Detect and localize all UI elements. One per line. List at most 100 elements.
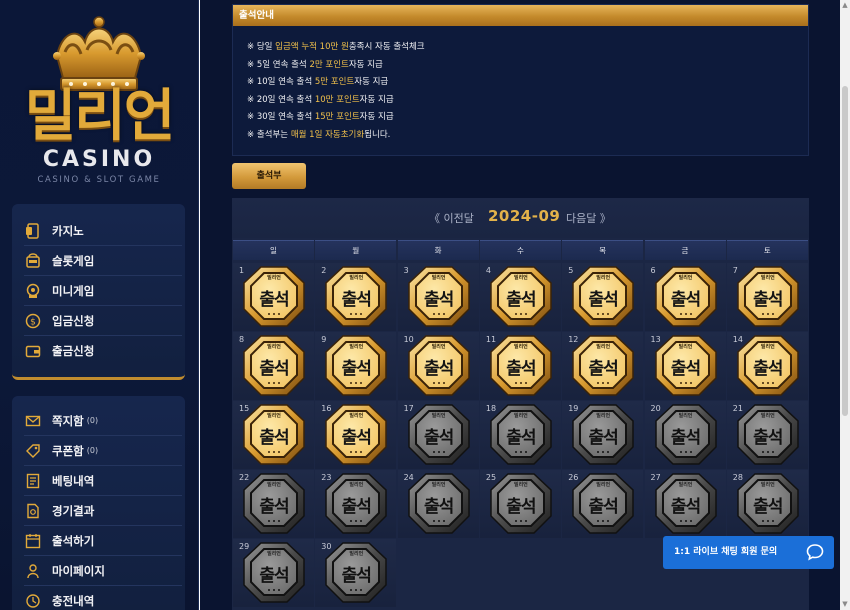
vertical-scrollbar[interactable]: ▲ ▼ (840, 0, 850, 610)
stamp-logo-text: 밀리언 (513, 344, 528, 350)
sidebar-item-mypage[interactable]: 마이페이지 (24, 556, 182, 586)
calendar-day-cell: 밀리언 출석 24 (397, 470, 479, 538)
sidebar-item-attendance[interactable]: 출석하기 (24, 526, 182, 556)
notice-line-text: 됩니다. (364, 129, 391, 140)
calendar-day-cell: 밀리언 출석 26 (562, 470, 644, 538)
calendar-day-cell: 밀리언 출석 29 (233, 539, 314, 607)
sidebar-item-label: 슬롯게임 (52, 253, 95, 268)
calendar-navigation: 《 이전달 2024-09 다음달 》 (232, 198, 809, 238)
notice-line-text: ※ 10일 연속 출석 (247, 77, 315, 87)
day-number: 1 (239, 266, 245, 275)
stamp-logo-text: 밀리언 (349, 482, 364, 488)
attendance-stamp-unchecked-icon: 밀리언 출석 (323, 470, 389, 538)
weekday-label: 금 (644, 240, 726, 260)
day-number: 22 (239, 473, 250, 482)
day-number: 18 (485, 404, 497, 413)
attendance-stamp-unchecked-icon: 밀리언 출석 (570, 401, 636, 469)
attendance-stamp-checked-icon: 밀리언 출석 (570, 263, 636, 331)
sidebar-item-label: 카지노 (52, 223, 84, 238)
sidebar-item-label: 미니게임 (52, 283, 95, 298)
scroll-up-arrow-icon[interactable]: ▲ (841, 1, 849, 9)
message-count-badge: (0) (86, 416, 99, 425)
notice-line: ※ 출석부는 매월 1일 자동초기화됩니다. (247, 129, 390, 141)
sidebar-item-slot[interactable]: 슬롯게임 (24, 246, 182, 276)
sidebar-item-charge-history[interactable]: 충전내역 (24, 586, 182, 610)
sidebar-item-withdraw[interactable]: 출금신청 (24, 336, 182, 366)
notice-line-highlight: 2만 포인트 (309, 59, 349, 70)
stamp-label: 출석 (423, 428, 454, 448)
sidebar-item-label: 입금신청 (52, 313, 95, 328)
calendar-day-cell: 밀리언 출석 8 (233, 332, 314, 400)
stamp-label: 출석 (506, 497, 536, 517)
calendar-day-cell: 밀리언 출석 20 (644, 401, 726, 469)
attendance-calendar-icon (24, 532, 42, 550)
notice-line-text: 자동 지급 (359, 112, 394, 122)
day-number: 4 (485, 266, 491, 275)
day-number: 8 (239, 335, 245, 344)
stamp-label: 출석 (588, 359, 619, 379)
stamp-logo-text: 밀리언 (513, 482, 528, 488)
brand-logo[interactable]: 밀리언 CASINO CASINO & SLOT GAME (14, 16, 184, 186)
sidebar-item-deposit[interactable]: $ 입금신청 (24, 306, 182, 336)
stamp-label: 출석 (259, 290, 289, 310)
attendance-stamp-checked-icon: 밀리언 출석 (241, 332, 307, 400)
calendar-day-cell: 밀리언 출석 27 (644, 470, 726, 538)
day-number: 14 (732, 335, 743, 344)
attendance-book-tab[interactable]: 출석부 (232, 163, 306, 189)
brand-tagline: CASINO & SLOT GAME (37, 175, 161, 185)
stamp-label: 출석 (588, 497, 619, 517)
attendance-notice-panel: 출석안내 ※ 당일 입금액 누적 10만 원충족시 자동 출석체크 ※ 5일 연속… (232, 4, 809, 156)
stamp-label: 출석 (506, 428, 536, 448)
calendar-day-cell: 밀리언 출석 12 (562, 332, 644, 400)
scroll-down-arrow-icon[interactable]: ▼ (841, 600, 849, 608)
coupon-tag-icon (24, 442, 42, 460)
attendance-stamp-checked-icon: 밀리언 출석 (488, 332, 554, 400)
stamp-label: 출석 (670, 428, 701, 448)
stamp-logo-text: 밀리언 (596, 344, 611, 350)
stamp-label: 출석 (259, 497, 289, 517)
stamp-label: 출석 (259, 566, 289, 586)
sidebar-item-messages[interactable]: 쪽지함 (0) (24, 406, 182, 436)
calendar-day-cell: 밀리언 출석 25 (479, 470, 561, 538)
attendance-stamp-unchecked-icon: 밀리언 출석 (323, 539, 389, 607)
attendance-stamp-checked-icon: 밀리언 출석 (406, 263, 472, 331)
attendance-stamp-unchecked-icon: 밀리언 출석 (241, 539, 307, 607)
attendance-stamp-unchecked-icon: 밀리언 출석 (570, 470, 636, 538)
coupon-count-badge: (0) (86, 446, 99, 455)
sidebar-item-label: 경기결과 (52, 503, 95, 518)
stamp-logo-text: 밀리언 (678, 482, 693, 488)
svg-text:$: $ (30, 317, 36, 327)
scroll-thumb[interactable] (842, 86, 848, 416)
live-chat-button[interactable]: 1:1 라이브 채팅 회원 문의 (663, 536, 834, 569)
calendar-day-cell: 밀리언 출석 4 (479, 263, 561, 331)
sidebar-item-minigame[interactable]: 미니게임 (24, 276, 182, 306)
stamp-logo-text: 밀리언 (431, 344, 446, 350)
day-number: 7 (732, 266, 738, 275)
sidebar-item-bet-history[interactable]: 베팅내역 (24, 466, 182, 496)
day-number: 10 (403, 335, 414, 344)
calendar-day-cell: 밀리언 출석 22 (233, 470, 314, 538)
sidebar-item-casino[interactable]: 카지노 (24, 216, 182, 246)
stamp-label: 출석 (341, 290, 372, 310)
calendar-day-cell: 밀리언 출석 10 (397, 332, 479, 400)
next-month-button[interactable]: 다음달 》 (566, 210, 611, 226)
attendance-stamp-checked-icon: 밀리언 출석 (735, 263, 801, 331)
calendar-day-cell: 밀리언 출석 14 (726, 332, 808, 400)
chat-bubble-icon (806, 544, 824, 561)
mini-game-icon (24, 282, 42, 300)
sidebar-item-results[interactable]: 경기결과 (24, 496, 182, 526)
prev-month-button[interactable]: 《 이전달 (429, 210, 474, 226)
calendar-day-cell: 밀리언 출석 17 (397, 401, 479, 469)
crown-icon (53, 16, 145, 91)
day-number: 30 (321, 542, 332, 551)
calendar-day-cell: 밀리언 출석 5 (562, 263, 644, 331)
notice-title: 출석안내 (233, 5, 808, 26)
day-number: 19 (568, 404, 579, 413)
notice-line-text: ※ 30일 연속 출석 (247, 112, 315, 122)
attendance-stamp-unchecked-icon: 밀리언 출석 (735, 470, 801, 538)
day-number: 29 (239, 542, 250, 551)
stamp-label: 출석 (753, 290, 783, 310)
notice-line: ※ 10일 연속 출석 5만 포인트자동 지급 (247, 76, 388, 88)
sidebar-item-coupons[interactable]: 쿠폰함 (0) (24, 436, 182, 466)
calendar-day-cell: 밀리언 출석 30 (315, 539, 397, 607)
